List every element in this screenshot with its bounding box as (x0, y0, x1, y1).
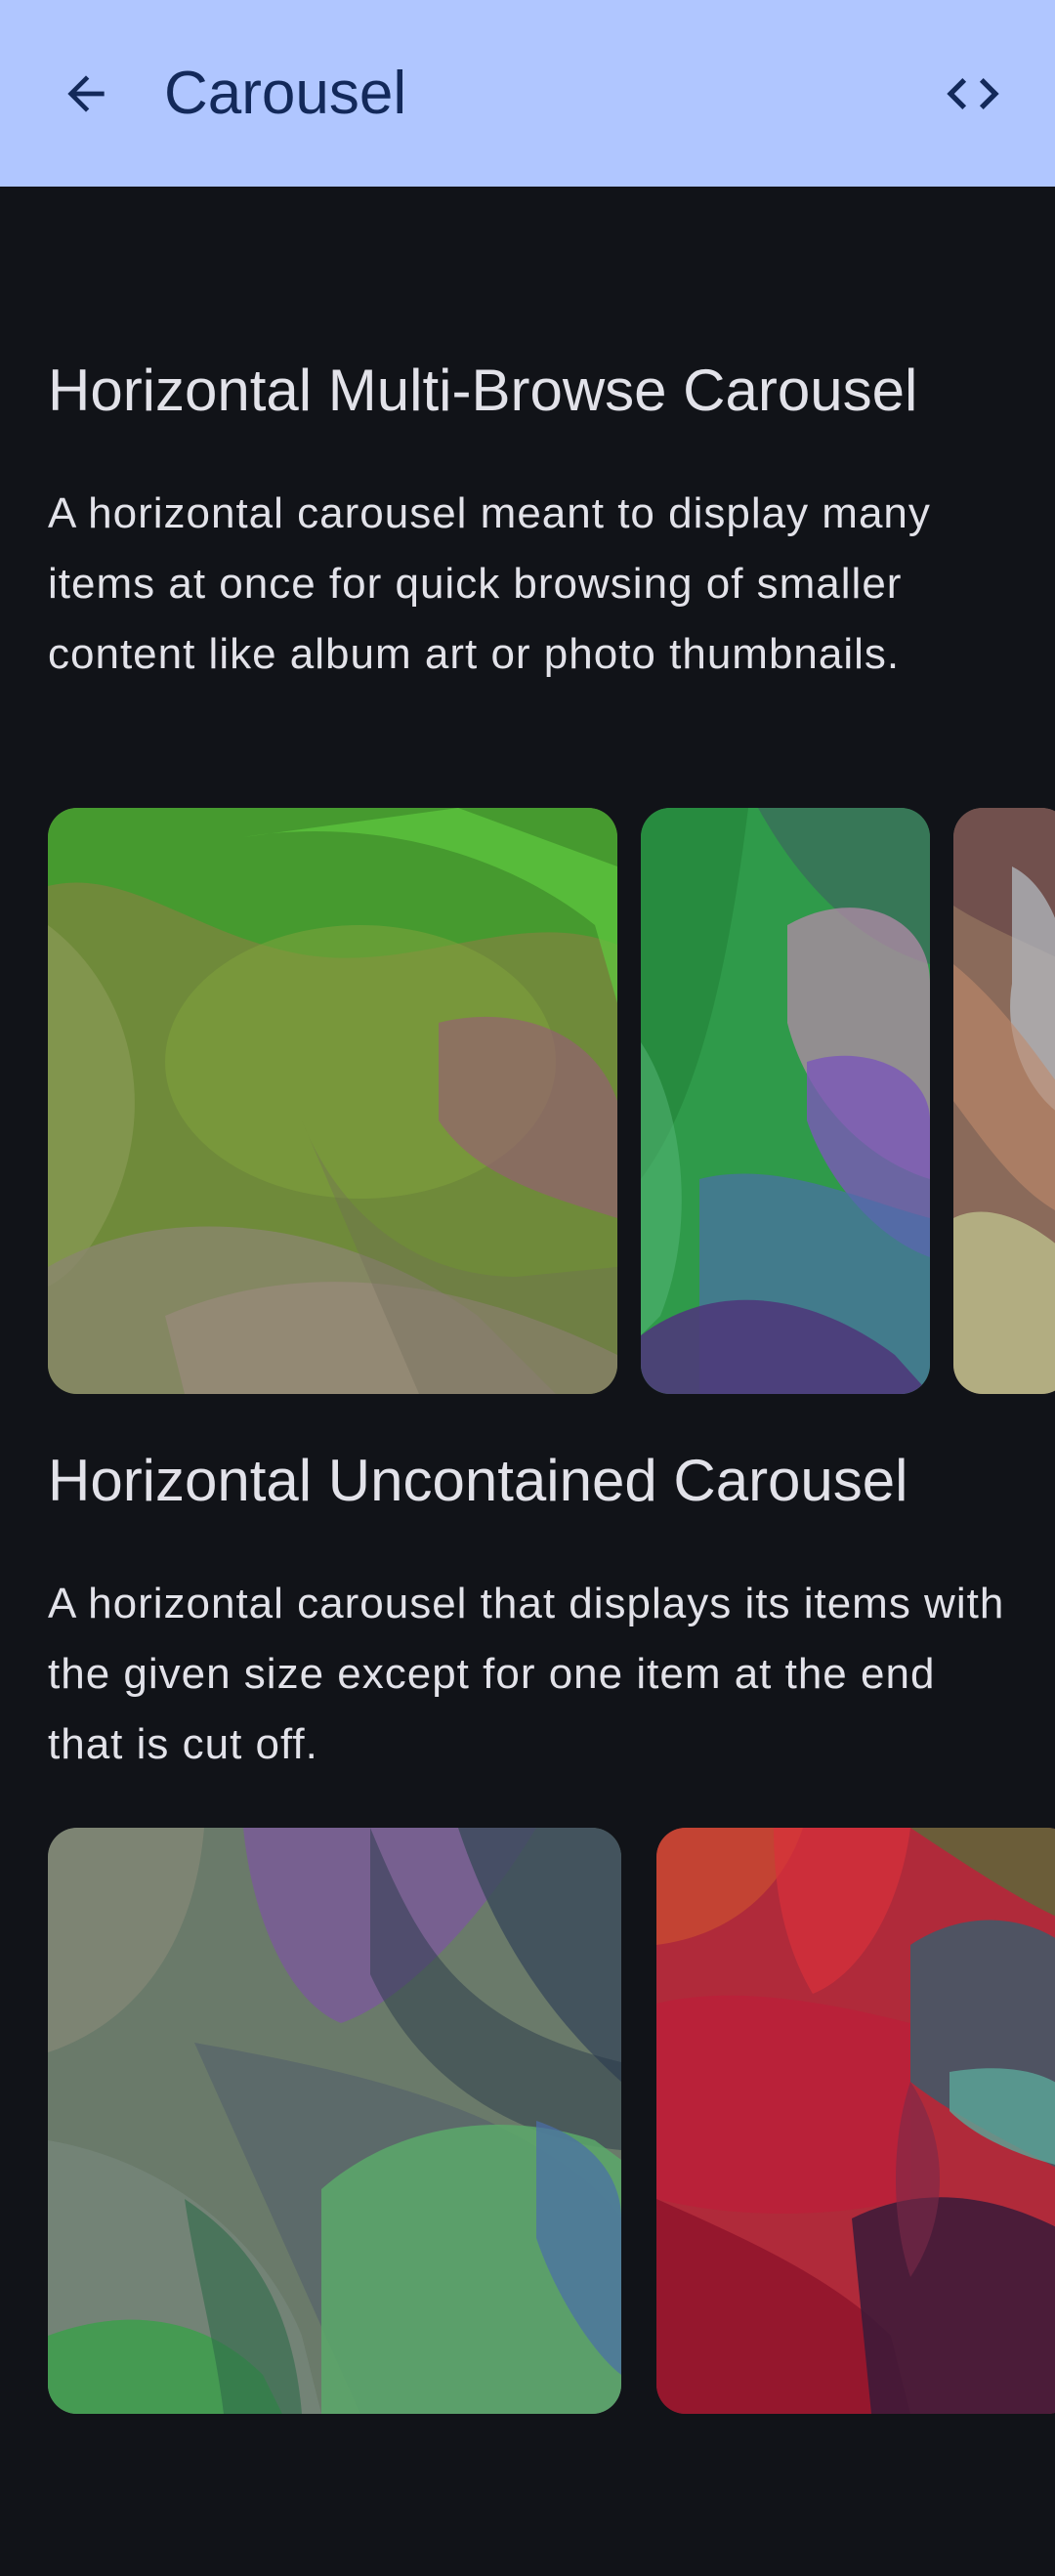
carousel-item[interactable] (641, 808, 930, 1394)
section-title-uncontained: Horizontal Uncontained Carousel (48, 1448, 908, 1513)
section-description-uncontained: A horizontal carousel that displays its … (48, 1580, 1005, 1768)
carousel-item[interactable] (656, 1828, 1055, 2414)
carousel-item[interactable] (953, 808, 1055, 1394)
back-button[interactable] (39, 47, 133, 141)
section-description-multi-browse: A horizontal carousel meant to display m… (48, 489, 931, 678)
carousel-item[interactable] (48, 1828, 621, 2414)
page-title: Carousel (164, 60, 407, 127)
code-icon (947, 78, 999, 109)
top-app-bar: Carousel (0, 0, 1055, 187)
section-title-multi-browse: Horizontal Multi-Browse Carousel (48, 358, 918, 423)
carousel-item[interactable] (48, 808, 617, 1394)
arrow-back-icon (67, 75, 105, 112)
view-code-button[interactable] (926, 47, 1020, 141)
